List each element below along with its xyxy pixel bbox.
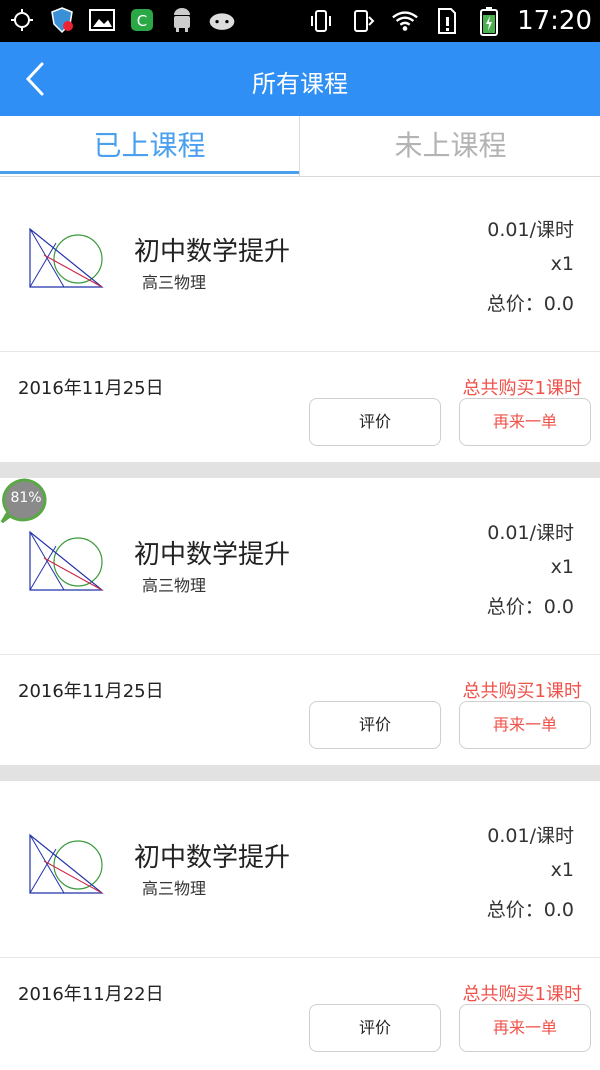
svg-text:C: C bbox=[137, 12, 147, 30]
order-date: 2016年11月22日 bbox=[18, 984, 164, 1005]
battery-charging-icon bbox=[475, 7, 503, 36]
status-left-icons: C bbox=[8, 6, 236, 34]
course-card-header: 初中数学提升 高三物理 0.01/课时 x1 总价：0.0 bbox=[0, 177, 600, 352]
reorder-button[interactable]: 再来一单 bbox=[459, 1004, 591, 1052]
app-badge-icon: C bbox=[128, 6, 156, 34]
course-subtitle: 高三物理 bbox=[142, 879, 207, 898]
course-card[interactable]: 初中数学提升 高三物理 0.01/课时 x1 总价：0.0 2016年11月22… bbox=[0, 783, 600, 1070]
review-button[interactable]: 评价 bbox=[309, 1004, 441, 1052]
purchased-count: 总共购买1课时 bbox=[462, 681, 582, 702]
reorder-button[interactable]: 再来一单 bbox=[459, 398, 591, 446]
course-thumbnail bbox=[29, 833, 104, 894]
course-total: 总价：0.0 bbox=[486, 293, 574, 315]
course-price: 0.01/课时 bbox=[487, 219, 574, 241]
course-quantity: x1 bbox=[550, 253, 574, 275]
status-bar: C 17:20 bbox=[0, 0, 600, 42]
progress-percent: 81% bbox=[10, 490, 42, 506]
course-thumbnail bbox=[29, 227, 104, 288]
card-separator bbox=[0, 462, 600, 478]
app-header: 所有课程 bbox=[0, 42, 600, 116]
course-card-footer: 2016年11月25日 总共购买1课时 评价 再来一单 bbox=[0, 655, 600, 767]
course-card-footer: 2016年11月22日 总共购买1课时 评价 再来一单 bbox=[0, 958, 600, 1070]
course-card[interactable]: 初中数学提升 高三物理 0.01/课时 x1 总价：0.0 2016年11月25… bbox=[0, 177, 600, 464]
course-subtitle: 高三物理 bbox=[142, 273, 207, 292]
purchased-count: 总共购买1课时 bbox=[462, 378, 582, 399]
wifi-icon bbox=[391, 7, 419, 35]
course-quantity: x1 bbox=[550, 556, 574, 578]
sim-alert-icon bbox=[433, 7, 461, 35]
order-date: 2016年11月25日 bbox=[18, 378, 164, 399]
course-thumbnail bbox=[29, 530, 104, 591]
order-date: 2016年11月25日 bbox=[18, 681, 164, 702]
course-price: 0.01/课时 bbox=[487, 522, 574, 544]
android-icon bbox=[168, 6, 196, 34]
course-title: 初中数学提升 bbox=[134, 843, 291, 873]
gps-icon bbox=[8, 6, 36, 34]
tab-divider bbox=[299, 116, 300, 176]
status-right-icons: 17:20 bbox=[307, 6, 592, 36]
reorder-button[interactable]: 再来一单 bbox=[459, 701, 591, 749]
vibrate-icon bbox=[307, 7, 335, 35]
card-separator bbox=[0, 765, 600, 781]
tab-attended-courses[interactable]: 已上课程 bbox=[0, 116, 299, 176]
clock-time: 17:20 bbox=[517, 6, 592, 36]
course-card-header: 初中数学提升 高三物理 0.01/课时 x1 总价：0.0 bbox=[0, 480, 600, 655]
course-title: 初中数学提升 bbox=[134, 237, 291, 267]
course-price: 0.01/课时 bbox=[487, 825, 574, 847]
active-tab-indicator bbox=[0, 171, 299, 174]
course-card-footer: 2016年11月25日 总共购买1课时 评价 再来一单 bbox=[0, 352, 600, 464]
course-quantity: x1 bbox=[550, 859, 574, 881]
course-card-header: 初中数学提升 高三物理 0.01/课时 x1 总价：0.0 bbox=[0, 783, 600, 958]
image-icon bbox=[88, 6, 116, 34]
purchased-count: 总共购买1课时 bbox=[462, 984, 582, 1005]
tab-upcoming-courses[interactable]: 未上课程 bbox=[301, 116, 600, 176]
page-title: 所有课程 bbox=[252, 70, 348, 98]
cat-icon bbox=[208, 6, 236, 34]
review-button[interactable]: 评价 bbox=[309, 701, 441, 749]
course-total: 总价：0.0 bbox=[486, 899, 574, 921]
tab-bar: 已上课程 未上课程 bbox=[0, 116, 600, 177]
course-total: 总价：0.0 bbox=[486, 596, 574, 618]
review-button[interactable]: 评价 bbox=[309, 398, 441, 446]
course-card[interactable]: 初中数学提升 高三物理 0.01/课时 x1 总价：0.0 2016年11月25… bbox=[0, 480, 600, 767]
course-subtitle: 高三物理 bbox=[142, 576, 207, 595]
course-title: 初中数学提升 bbox=[134, 540, 291, 570]
silent-phone-icon bbox=[349, 7, 377, 35]
shield-icon bbox=[48, 6, 76, 34]
